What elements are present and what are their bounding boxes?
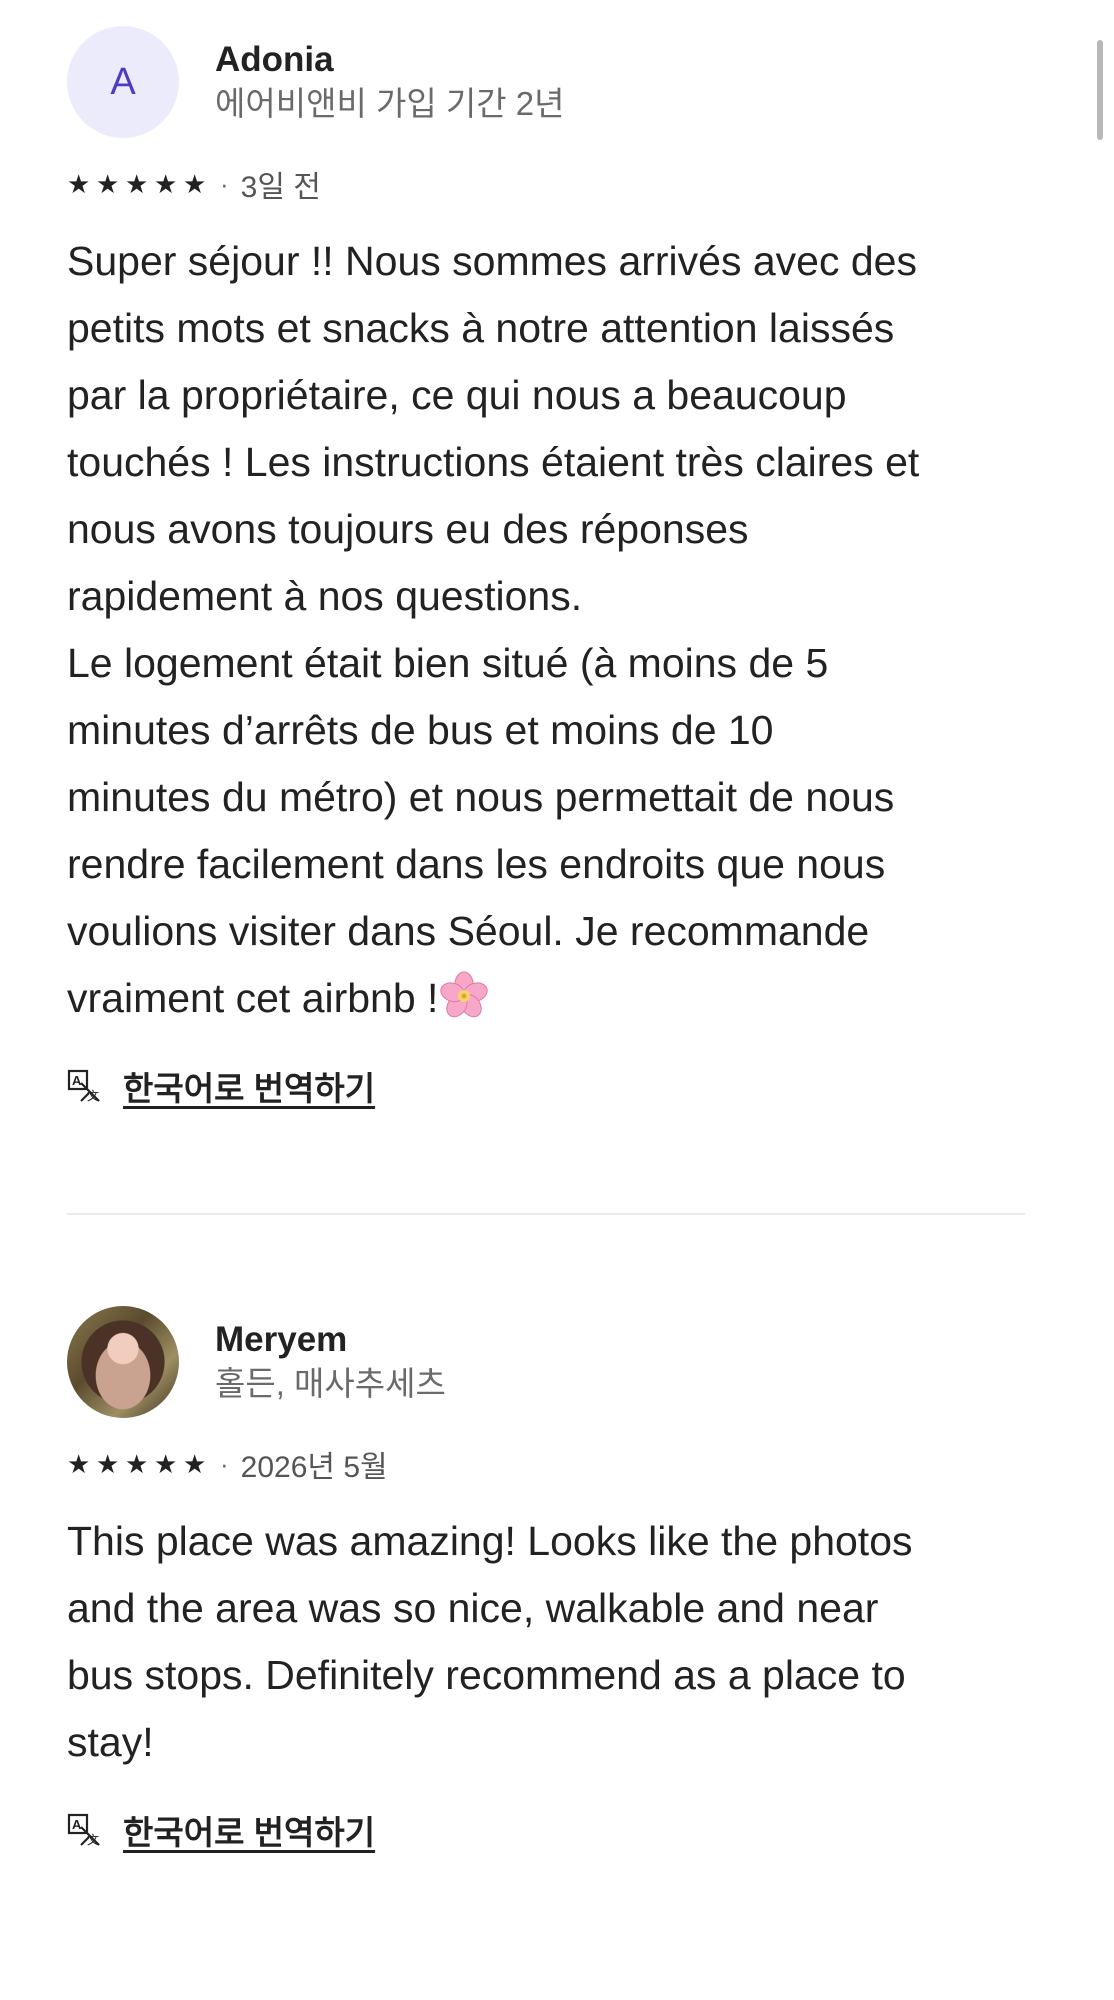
reviewer-info: Adonia 에어비앤비 가입 기간 2년: [215, 38, 564, 126]
star-icon: ★: [183, 1449, 207, 1479]
avatar[interactable]: A: [67, 26, 179, 138]
star-icon: ★: [125, 1449, 149, 1479]
reviewer-info: Meryem 홀든, 매사추세츠: [215, 1318, 446, 1406]
star-icon: ★: [96, 1449, 120, 1479]
reviewer-name[interactable]: Meryem: [215, 1318, 446, 1362]
review-body: This place was amazing! Looks like the p…: [67, 1508, 1047, 1776]
review-header: A Adonia 에어비앤비 가입 기간 2년: [67, 26, 1047, 138]
star-icon: ★: [96, 169, 120, 199]
review-body: Super séjour !! Nous sommes arrivés avec…: [67, 228, 1047, 1032]
review-card: A Adonia 에어비앤비 가입 기간 2년 ★ ★ ★ ★ ★ · 3일 전…: [67, 26, 1047, 1110]
translate-link[interactable]: A 文 한국어로 번역하기: [67, 1806, 1047, 1854]
translate-icon: A 文: [67, 1813, 100, 1847]
svg-text:A: A: [72, 1817, 82, 1832]
reviewer-subtitle: 에어비앤비 가입 기간 2년: [215, 85, 565, 122]
translate-link[interactable]: A 文 한국어로 번역하기: [67, 1062, 1047, 1110]
translate-icon: A 文: [67, 1069, 100, 1103]
translate-label[interactable]: 한국어로 번역하기: [123, 1062, 375, 1110]
rating-stars: ★ ★ ★ ★ ★: [67, 164, 212, 204]
translate-label[interactable]: 한국어로 번역하기: [123, 1806, 375, 1854]
review-divider: [67, 1213, 1025, 1215]
scrollbar[interactable]: [1097, 40, 1103, 140]
star-icon: ★: [67, 1449, 91, 1479]
review-header: Meryem 홀든, 매사추세츠: [67, 1306, 1047, 1418]
rating-stars: ★ ★ ★ ★ ★: [67, 1444, 212, 1484]
star-icon: ★: [67, 169, 91, 199]
star-icon: ★: [154, 169, 178, 199]
star-icon: ★: [125, 169, 149, 199]
star-icon: ★: [183, 169, 207, 199]
review-date: 3일 전: [240, 171, 321, 204]
review-text: This place was amazing! Looks like the p…: [67, 1518, 913, 1765]
review-text: Super séjour !! Nous sommes arrivés avec…: [67, 238, 920, 1021]
reviewer-subtitle: 홀든, 매사추세츠: [215, 1365, 446, 1402]
svg-text:文: 文: [87, 1088, 99, 1103]
separator-dot: ·: [220, 168, 229, 199]
avatar[interactable]: [67, 1306, 179, 1418]
cherry-blossom-icon: [440, 971, 489, 1018]
review-date: 2026년 5월: [240, 1451, 388, 1484]
review-card: Meryem 홀든, 매사추세츠 ★ ★ ★ ★ ★ · 2026년 5월 Th…: [67, 1306, 1047, 1854]
svg-text:A: A: [72, 1073, 82, 1088]
review-meta: ★ ★ ★ ★ ★ · 3일 전: [67, 164, 1047, 205]
svg-text:文: 文: [87, 1832, 99, 1847]
avatar-initial: A: [110, 60, 136, 103]
separator-dot: ·: [220, 1448, 229, 1479]
reviewer-name[interactable]: Adonia: [215, 38, 564, 82]
star-icon: ★: [154, 1449, 178, 1479]
review-meta: ★ ★ ★ ★ ★ · 2026년 5월: [67, 1444, 1047, 1485]
